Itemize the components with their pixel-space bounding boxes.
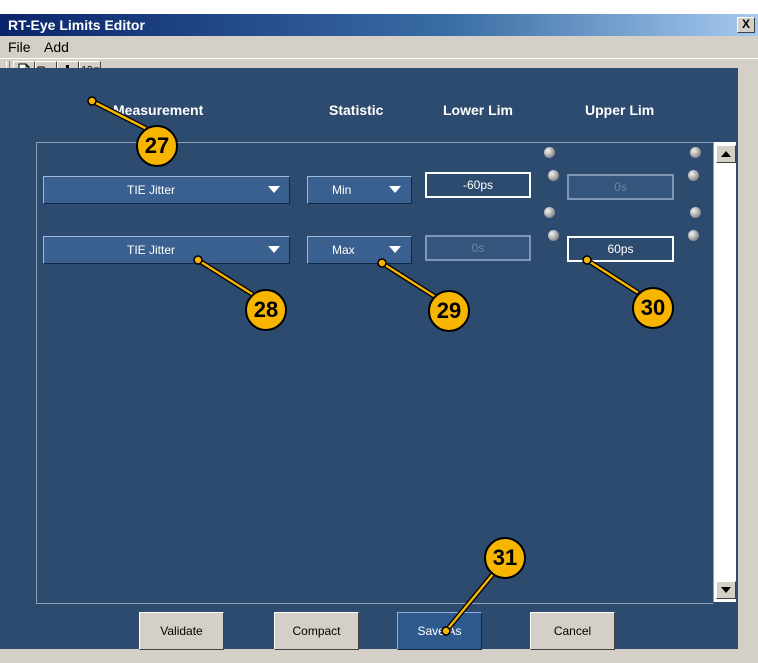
- lower-limit-radio-2a[interactable]: [544, 207, 555, 218]
- measurement-value: TIE Jitter: [127, 183, 176, 197]
- vertical-scrollbar[interactable]: [713, 142, 736, 602]
- compact-button[interactable]: Compact: [274, 612, 359, 650]
- lower-limit-field-row2: 0s: [425, 235, 531, 261]
- measurement-value: TIE Jitter: [127, 243, 176, 257]
- chevron-down-icon: [389, 186, 401, 193]
- menu-add[interactable]: Add: [44, 39, 69, 55]
- upper-limit-field-row2[interactable]: 60ps: [567, 236, 674, 262]
- callout-28: 28: [245, 289, 287, 331]
- callout-29: 29: [428, 290, 470, 332]
- upper-limit-radio-2b[interactable]: [688, 230, 699, 241]
- arrow-up-icon: [721, 151, 731, 157]
- callout-30: 30: [632, 287, 674, 329]
- upper-limit-radio-1b[interactable]: [688, 170, 699, 181]
- lower-limit-radio-1b[interactable]: [548, 170, 559, 181]
- measurement-dropdown-row1[interactable]: TIE Jitter: [43, 176, 290, 204]
- scroll-down-button[interactable]: [716, 581, 736, 599]
- callout-31: 31: [484, 537, 526, 579]
- lower-limit-radio-1a[interactable]: [544, 147, 555, 158]
- statistic-dropdown-row2[interactable]: Max: [307, 236, 412, 264]
- lower-limit-radio-2b[interactable]: [548, 230, 559, 241]
- header-measurement: Measurement: [113, 102, 204, 118]
- limits-list: [36, 142, 713, 604]
- upper-limit-radio-1a[interactable]: [690, 147, 701, 158]
- close-button[interactable]: X: [737, 17, 755, 33]
- statistic-dropdown-row1[interactable]: Min: [307, 176, 412, 204]
- cancel-button[interactable]: Cancel: [530, 612, 615, 650]
- chevron-down-icon: [268, 246, 280, 253]
- chevron-down-icon: [268, 186, 280, 193]
- chevron-down-icon: [389, 246, 401, 253]
- arrow-down-icon: [721, 587, 731, 593]
- title-bar: RT-Eye Limits Editor X: [0, 14, 758, 36]
- save-as-button[interactable]: Save As: [397, 612, 482, 650]
- menu-file[interactable]: File: [8, 39, 31, 55]
- header-statistic: Statistic: [329, 102, 384, 118]
- scroll-up-button[interactable]: [716, 145, 736, 163]
- window-title: RT-Eye Limits Editor: [8, 17, 145, 33]
- header-lower-limit: Lower Lim: [443, 102, 514, 118]
- statistic-value: Min: [332, 183, 352, 197]
- callout-27: 27: [136, 125, 178, 167]
- lower-limit-field-row1[interactable]: -60ps: [425, 172, 531, 198]
- upper-limit-field-row1: 0s: [567, 174, 674, 200]
- measurement-dropdown-row2[interactable]: TIE Jitter: [43, 236, 290, 264]
- validate-button[interactable]: Validate: [139, 612, 224, 650]
- header-upper-limit: Upper Lim: [585, 102, 655, 118]
- statistic-value: Max: [332, 243, 355, 257]
- upper-limit-radio-2a[interactable]: [690, 207, 701, 218]
- menu-bar: File Add: [0, 36, 758, 58]
